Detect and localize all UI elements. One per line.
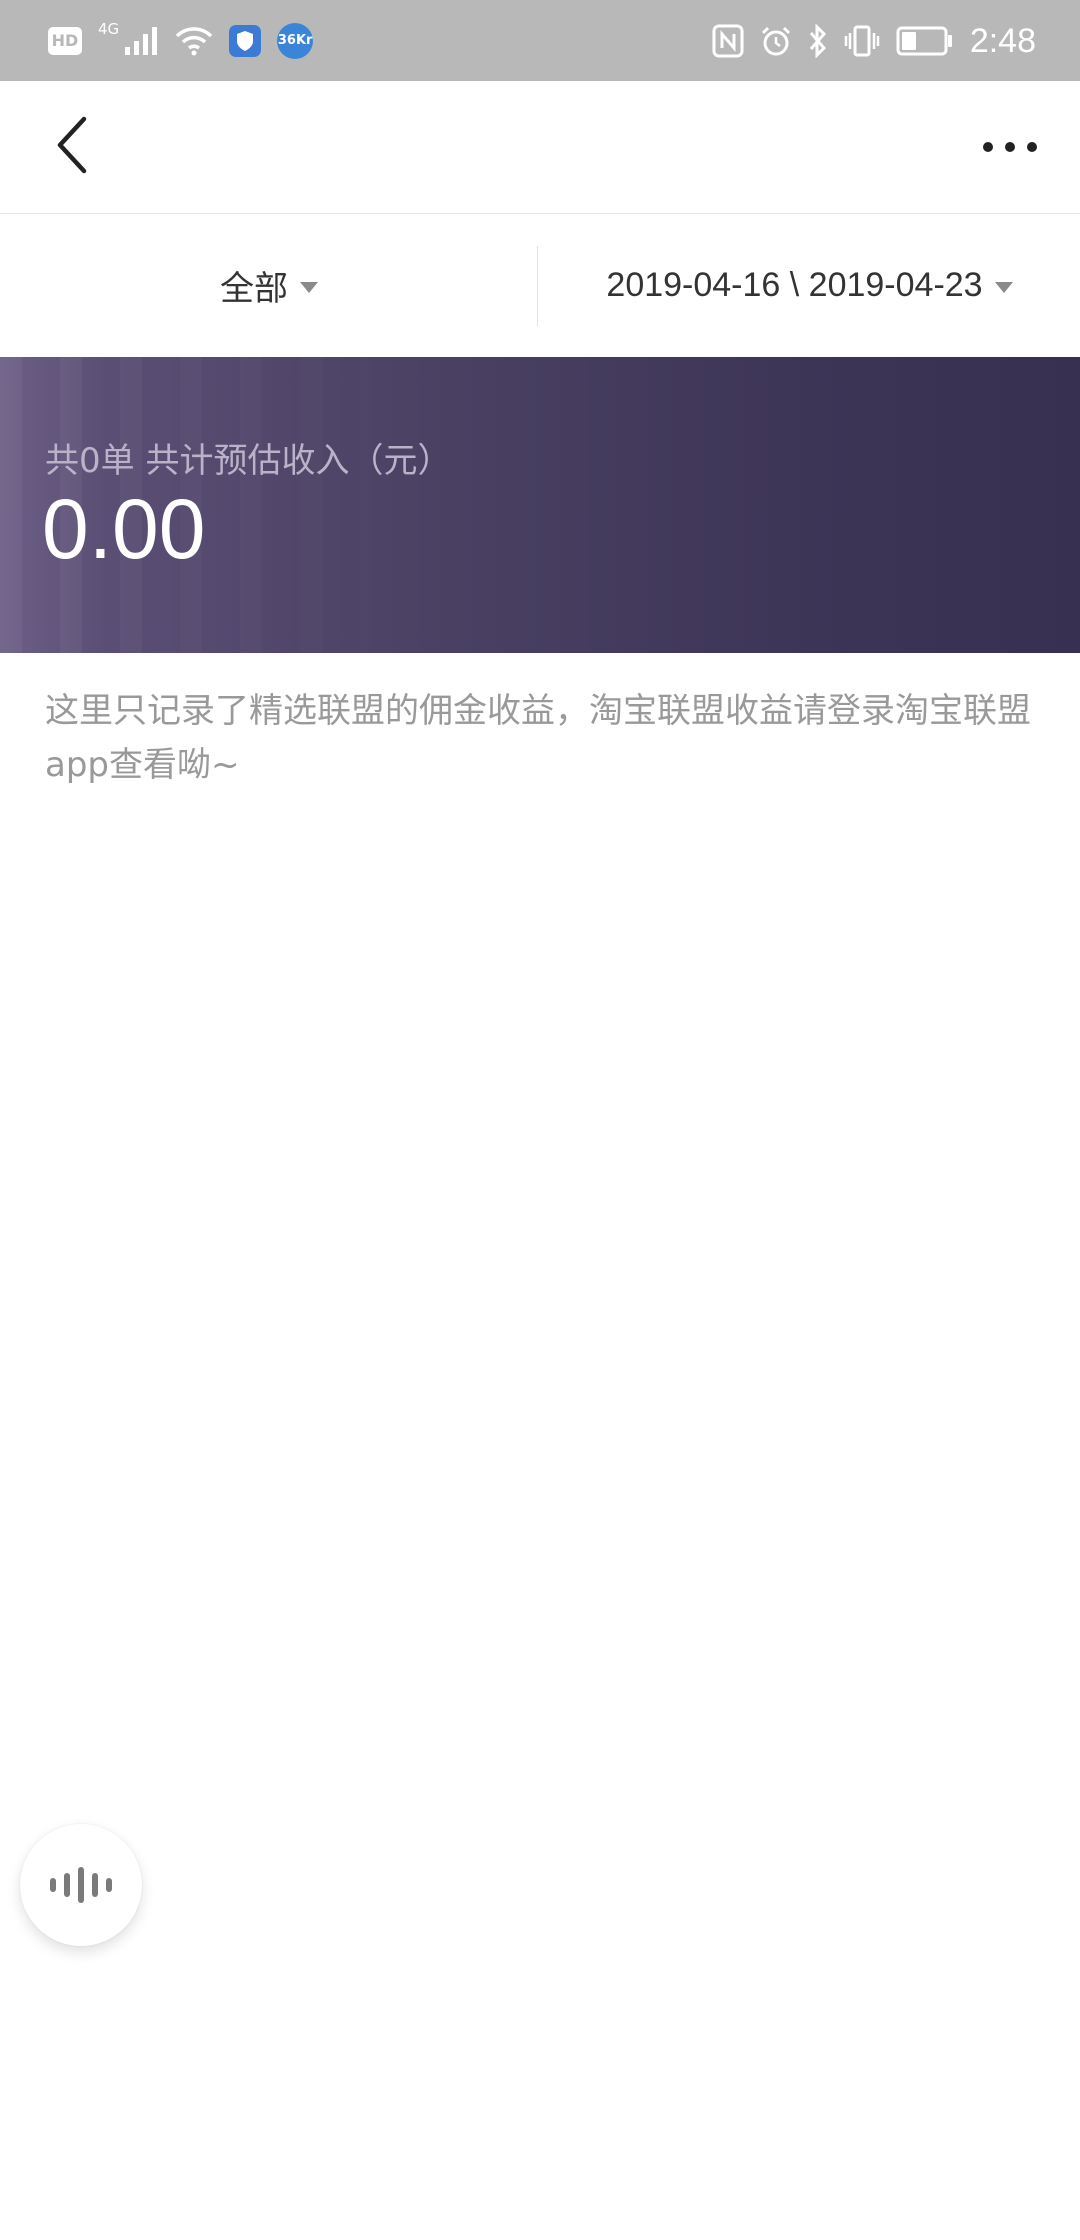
type-filter-label: 全部	[220, 270, 288, 308]
chevron-left-icon	[52, 115, 92, 179]
bluetooth-icon	[808, 24, 828, 58]
alarm-icon	[760, 25, 792, 57]
date-range-dropdown[interactable]: 2019-04-16 \ 2019-04-23	[539, 214, 1080, 357]
network-type-label: 4G	[98, 20, 120, 38]
commission-notice: 这里只记录了精选联盟的佣金收益，淘宝联盟收益请登录淘宝联盟app查看呦~	[45, 691, 1031, 785]
status-bar: HD 4G 36Kr 2:48	[0, 0, 1080, 81]
more-dot	[1005, 142, 1015, 152]
more-dot	[983, 142, 993, 152]
nav-bar	[0, 81, 1080, 214]
status-right: 2:48	[712, 18, 1036, 64]
nfc-icon	[712, 24, 744, 58]
shield-app-icon	[229, 25, 262, 57]
voice-wave-icon	[106, 1878, 112, 1892]
hd-badge: HD	[48, 27, 82, 55]
kr-app-icon: 36Kr	[277, 23, 314, 59]
filter-bar: 全部 2019-04-16 \ 2019-04-23	[0, 214, 1080, 357]
signal-icon	[125, 27, 159, 55]
caret-down-icon	[994, 282, 1013, 293]
back-button[interactable]	[36, 111, 108, 183]
more-dot	[1027, 142, 1037, 152]
voice-wave-icon	[78, 1867, 84, 1903]
battery-icon	[896, 26, 954, 56]
status-time: 2:48	[969, 21, 1036, 60]
more-button[interactable]	[970, 111, 1050, 183]
date-range-label: 2019-04-16 \ 2019-04-23	[606, 266, 983, 304]
vibrate-icon	[844, 25, 880, 57]
status-left: HD 4G 36Kr	[48, 18, 314, 64]
summary-label: 共0单 共计预估收入（元）	[45, 441, 452, 481]
wifi-icon	[175, 26, 213, 56]
type-filter-dropdown[interactable]: 全部	[0, 214, 538, 357]
voice-wave-icon	[64, 1873, 70, 1897]
caret-down-icon	[300, 282, 318, 293]
estimated-income-amount: 0.00	[42, 482, 206, 576]
income-summary-banner: 共0单 共计预估收入（元） 0.00	[0, 357, 1080, 653]
filter-divider	[537, 246, 538, 326]
voice-wave-icon	[50, 1878, 56, 1892]
voice-wave-icon	[92, 1873, 98, 1897]
voice-assistant-button[interactable]	[20, 1824, 142, 1946]
